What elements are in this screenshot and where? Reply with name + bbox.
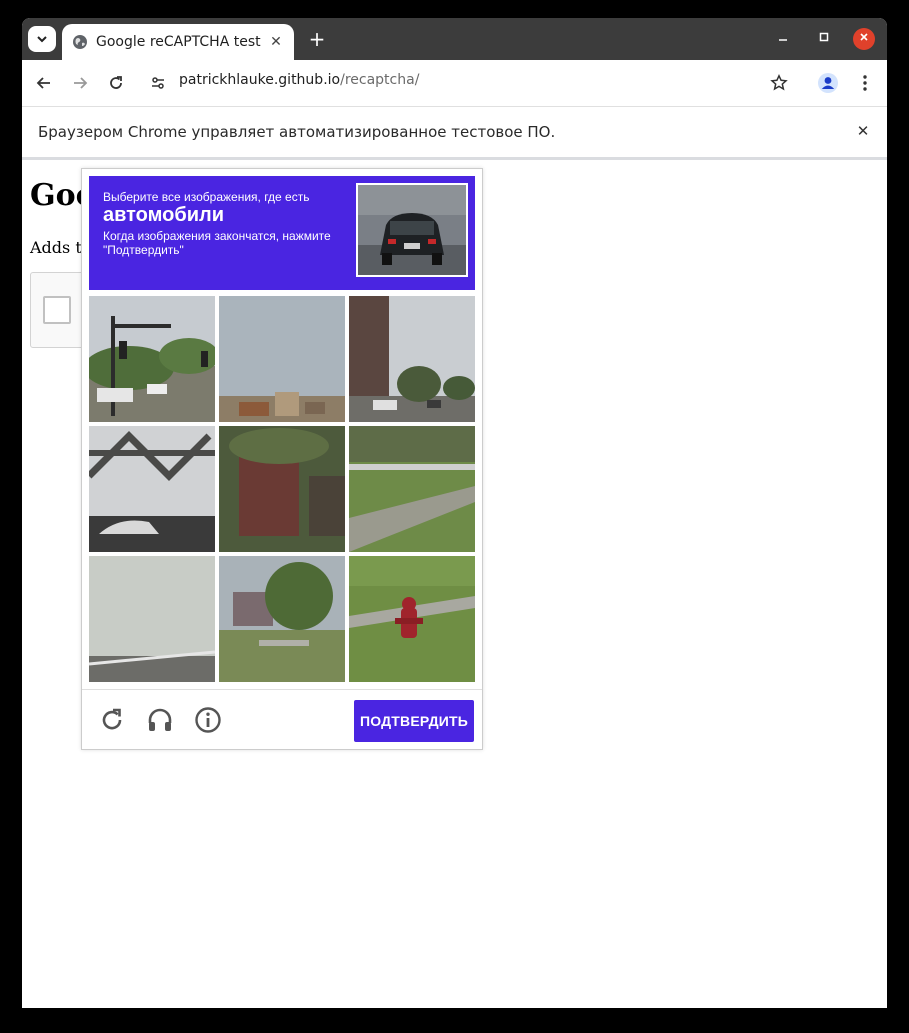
image-grid [89,296,475,682]
reload-icon [110,76,122,89]
infobar-close-icon[interactable]: ✕ [853,121,873,141]
image-tile-5[interactable] [219,426,345,552]
forward-button[interactable] [68,71,92,95]
verify-button[interactable]: ПОДТВЕРДИТЬ [354,700,474,742]
automation-infobar: Браузером Chrome управляет автоматизиров… [22,107,887,160]
image-tile-9[interactable] [349,556,475,682]
tab-search-button[interactable] [28,26,56,52]
url-host: patrickhlauke.github.io [179,72,341,88]
challenge-header: Выберите все изображения, где есть автом… [89,176,475,290]
audio-challenge-button[interactable] [145,705,175,735]
challenge-footer: ПОДТВЕРДИТЬ [82,689,482,750]
browser-toolbar: patrickhlauke.github.io/recaptcha/ [22,60,887,107]
image-tile-4[interactable] [89,426,215,552]
new-tab-button[interactable]: + [306,28,328,50]
tab-active[interactable]: Google reCAPTCHA test ✕ [62,24,294,60]
refresh-icon [102,708,122,730]
browser-window: Google reCAPTCHA test ✕ + patrickhlauke.… [22,18,887,1008]
site-info-button[interactable] [146,71,170,95]
info-icon [195,707,221,733]
tab-title: Google reCAPTCHA test [96,34,261,50]
close-icon [860,33,868,41]
recaptcha-checkbox[interactable] [43,296,71,324]
page-content: Goo Adds th Выберите все изображения, гд… [22,160,887,1008]
image-tile-8[interactable] [219,556,345,682]
back-button[interactable] [32,71,56,95]
url-path: /recaptcha/ [340,72,420,88]
tab-close-icon[interactable]: ✕ [268,34,284,50]
tune-icon [152,77,164,89]
challenge-hint: Когда изображения закончатся, нажмите "П… [103,229,331,257]
window-close-button[interactable] [853,28,875,50]
globe-icon [73,35,87,49]
minimize-button[interactable] [772,28,794,50]
avatar-icon [818,73,838,93]
more-vert-icon [863,75,867,91]
image-tile-6[interactable] [349,426,475,552]
reload-challenge-button[interactable] [97,705,127,735]
image-tile-7[interactable] [89,556,215,682]
address-bar[interactable]: patrickhlauke.github.io/recaptcha/ [179,72,419,88]
tab-strip: Google reCAPTCHA test ✕ + [22,18,887,60]
challenge-target: автомобили [103,204,225,226]
info-button[interactable] [193,705,223,735]
menu-button[interactable] [853,71,877,95]
reload-button[interactable] [104,71,128,95]
image-tile-2[interactable] [219,296,345,422]
headphones-icon [148,708,172,731]
infobar-message: Браузером Chrome управляет автоматизиров… [38,123,556,141]
image-tile-3[interactable] [349,296,475,422]
maximize-icon [819,32,829,42]
maximize-button[interactable] [813,28,835,50]
star-icon [770,74,788,91]
challenge-instruction: Выберите все изображения, где есть [103,190,310,204]
arrow-right-icon [74,77,88,89]
sample-image [356,183,468,277]
arrow-left-icon [36,77,50,89]
minimize-icon [779,39,787,41]
recaptcha-challenge: Выберите все изображения, где есть автом… [81,168,483,750]
profile-button[interactable] [816,71,840,95]
chevron-down-icon [37,36,47,43]
image-tile-1[interactable] [89,296,215,422]
bookmark-button[interactable] [767,71,791,95]
